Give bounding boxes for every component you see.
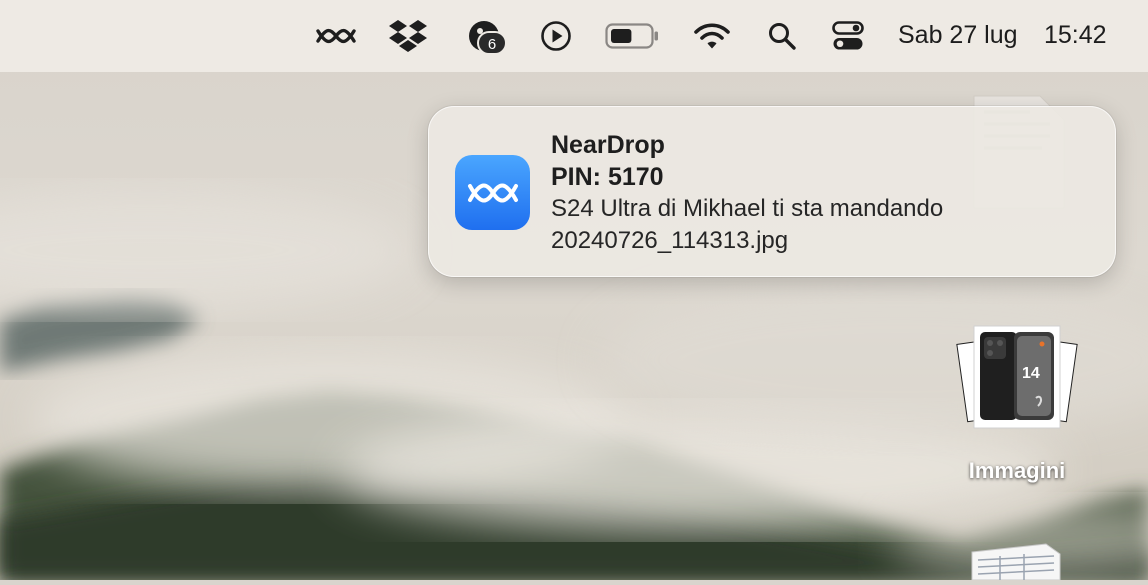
play-circle-icon[interactable]	[536, 0, 576, 72]
notification-pin: PIN: 5170	[551, 163, 664, 191]
search-icon[interactable]	[762, 0, 802, 72]
desktop-spreadsheet-icon[interactable]	[966, 540, 1066, 581]
control-center-icon[interactable]	[828, 0, 868, 72]
neardrop-menu-icon[interactable]	[312, 0, 360, 72]
notification-count-badge: 6	[477, 31, 507, 55]
menubar-time[interactable]: 15:42	[1044, 0, 1107, 72]
notification-body-line2: 20240726_114313.jpg	[551, 227, 789, 254]
notification-banner[interactable]: NearDrop PIN: 5170 S24 Ultra di Mikhael …	[428, 106, 1116, 277]
notification-title: NearDrop	[551, 131, 665, 159]
image-stack-icon[interactable]: 14	[956, 322, 1078, 432]
desktop-wallpaper	[0, 0, 1148, 580]
notification-body-line1: S24 Ultra di Mikhael ti sta mandando	[551, 195, 944, 222]
neardrop-app-icon	[455, 155, 530, 230]
svg-text:14: 14	[1022, 365, 1040, 382]
dropbox-icon[interactable]	[386, 0, 430, 72]
menu-bar: 6 Sab 27 lug 15:42	[0, 0, 1148, 72]
wifi-icon[interactable]	[690, 0, 734, 72]
battery-icon[interactable]	[602, 0, 662, 72]
desktop-item-label[interactable]: Immagini	[940, 458, 1094, 484]
menubar-date[interactable]: Sab 27 lug	[898, 0, 1018, 72]
